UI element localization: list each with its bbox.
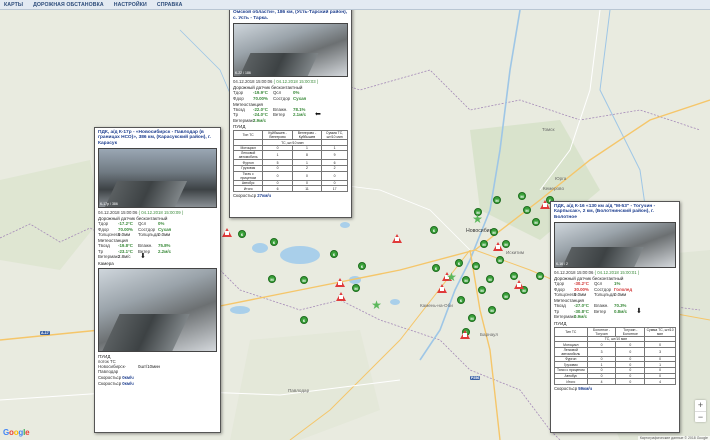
camera-image[interactable]: К-17р / 386	[98, 148, 217, 209]
warning-marker[interactable]	[335, 278, 345, 287]
station-marker[interactable]: М	[472, 262, 480, 270]
zoom-control: + −	[695, 400, 706, 422]
meteo-row: Ветермакс 2.8м/с ⬇	[98, 253, 146, 261]
station-marker[interactable]: М	[510, 272, 518, 280]
station-marker[interactable]: М	[518, 192, 526, 200]
speed-value: Скоростьср 0км/ч	[98, 375, 134, 381]
map-label-tomsk: Томск	[542, 127, 555, 132]
station-marker[interactable]: М	[488, 306, 496, 314]
station-marker[interactable]: М	[462, 276, 470, 284]
station-marker[interactable]: К	[430, 226, 438, 234]
camera-image[interactable]: К-16 / 2	[554, 222, 676, 269]
station-popup-k16: ПДК, а/д К-16 «130 км а/д "М-53" - Тогуч…	[550, 201, 680, 433]
map-label-kemerovo: Кемерово	[543, 186, 564, 191]
wind-arrow-icon: ⬇	[636, 307, 642, 315]
warning-marker[interactable]	[460, 330, 470, 339]
sensor-row: Толщснега 0.0мм Толщльда 0.0мм	[554, 292, 627, 298]
star-icon[interactable]: ★	[371, 299, 382, 311]
station-marker[interactable]: К	[358, 262, 366, 270]
station-marker[interactable]: М	[468, 314, 476, 322]
speed-value: Скоростьср 0км/ч	[98, 381, 134, 387]
warning-marker[interactable]	[336, 292, 346, 301]
map-label-yurga: Юрга	[555, 176, 567, 181]
warning-marker[interactable]	[493, 242, 503, 251]
menu-help[interactable]: СПРАВКА	[157, 2, 183, 8]
pupd-label: ПУИД	[233, 124, 246, 130]
sensor-row: Толщснега 0.0мм Толщльда 0.0мм	[98, 232, 171, 238]
camera-image-2[interactable]	[98, 267, 217, 352]
station-marker[interactable]: М	[536, 272, 544, 280]
popup-time: 04.12.2018 15:00:06 ( 04.12.2018 15:00:0…	[233, 79, 319, 85]
google-logo: Google	[3, 428, 30, 437]
station-marker[interactable]: К	[432, 264, 440, 272]
table-row: Легковой автомобиль 1 8 9	[232, 150, 348, 161]
station-marker[interactable]: М	[478, 286, 486, 294]
traffic-table: Тип ТС Куйбышев - Венгерово Венгерово - Ку…	[232, 130, 348, 192]
station-marker[interactable]: К	[457, 296, 465, 304]
station-marker[interactable]: М	[532, 218, 540, 226]
station-marker[interactable]: М	[502, 292, 510, 300]
star-icon[interactable]: ★	[472, 213, 483, 225]
menu-maps[interactable]: КАРТЫ	[4, 2, 23, 8]
zoom-in-button[interactable]: +	[695, 400, 706, 411]
pupd-label: ПУИД	[554, 320, 567, 326]
map-label-pavlodar: Павлодар	[288, 388, 310, 393]
station-marker[interactable]: К	[455, 259, 463, 267]
camera-timestamp: К-22 / 186	[235, 71, 251, 76]
map-footer: Картографические данные © 2018 Google	[637, 436, 710, 440]
station-marker[interactable]: К	[300, 316, 308, 324]
traffic-table: Тип ТС Болотное - Тогучин Тогучин - Болотн…	[554, 326, 676, 385]
table-row: Итого 4 0 4	[554, 378, 676, 385]
station-popup-k22: ПДК, а/д К-22 - «Куйбышев - Венгерово - …	[229, 2, 352, 218]
road-shield-a17: A-17	[40, 331, 50, 335]
table-row: Итого 6 11 17	[232, 185, 348, 192]
station-marker[interactable]: М	[480, 240, 488, 248]
warning-marker[interactable]	[514, 280, 524, 289]
road-shield-r256: Р256	[470, 376, 481, 380]
map-label-iskitim: Искитим	[506, 250, 525, 255]
warning-marker[interactable]	[540, 200, 550, 209]
station-marker[interactable]: М	[490, 228, 498, 236]
flow-row: Новосибирск-Павлодар 0шт/10мин	[98, 363, 160, 375]
station-marker[interactable]: М	[496, 256, 504, 264]
station-marker[interactable]: К	[270, 238, 278, 246]
camera-timestamp: К-17р / 386	[100, 202, 118, 207]
meteo-row: Ветермакс 0.9м/с	[554, 314, 588, 320]
table-row: Легковой автомобиль 3 0 3	[554, 346, 676, 357]
station-marker[interactable]: М	[502, 240, 510, 248]
wind-arrow-icon: ⬇	[140, 253, 146, 261]
station-marker[interactable]: М	[523, 206, 531, 214]
menu-road-situation[interactable]: ДОРОЖНАЯ ОБСТАНОВКА	[33, 2, 104, 8]
map-label-barnaul: Барнаул	[480, 332, 499, 337]
meteo-row: Ветермакс 2.9м/с	[233, 117, 267, 123]
station-marker[interactable]: М	[486, 275, 494, 283]
speed-value: Скоростьср 59км/ч	[554, 385, 593, 391]
sensor-row: Фдор 70.00% Состдор Сухая	[233, 95, 307, 101]
station-marker[interactable]: М	[268, 275, 276, 283]
menu-settings[interactable]: НАСТРОЙКИ	[114, 2, 147, 8]
speed-value: Скоростьср 27км/ч	[233, 192, 272, 198]
warning-marker[interactable]	[437, 284, 447, 293]
top-menu: КАРТЫ ДОРОЖНАЯ ОБСТАНОВКА НАСТРОЙКИ СПРА…	[0, 0, 710, 10]
warning-marker[interactable]	[222, 228, 232, 237]
popup-title: ПДК, а/д К-16 «130 км а/д "М-53" - Тогуч…	[554, 204, 656, 220]
camera-timestamp: К-16 / 2	[556, 262, 568, 267]
map-label-kamen: Камень-на-Оби	[420, 303, 453, 308]
warning-marker[interactable]	[392, 234, 402, 243]
popup-time: 04.12.2018 15:00:06 ( 04.12.2018 15:00:0…	[554, 270, 640, 276]
station-marker[interactable]: М	[493, 196, 501, 204]
station-marker[interactable]: К	[238, 230, 246, 238]
popup-title: ПДК, а/д К-17р - «Новосибирск - Павлодар…	[98, 130, 211, 146]
zoom-out-button[interactable]: −	[695, 411, 706, 422]
station-marker[interactable]: М	[352, 284, 360, 292]
star-icon[interactable]: ★	[446, 271, 457, 283]
station-marker[interactable]: М	[300, 276, 308, 284]
wind-arrow-icon: ⬅	[315, 111, 321, 119]
station-popup-k17: ПДК, а/д К-17р - «Новосибирск - Павлодар…	[94, 127, 221, 433]
camera-image[interactable]: К-22 / 186	[233, 23, 348, 78]
popup-time: 04.12.2018 15:00:06 ( 04.12.2018 15:00:0…	[98, 210, 184, 216]
camera-label: Камера	[98, 260, 114, 266]
station-marker[interactable]: К	[330, 250, 338, 258]
table-row: Тягач с прицепом 0 0 0	[232, 170, 348, 181]
